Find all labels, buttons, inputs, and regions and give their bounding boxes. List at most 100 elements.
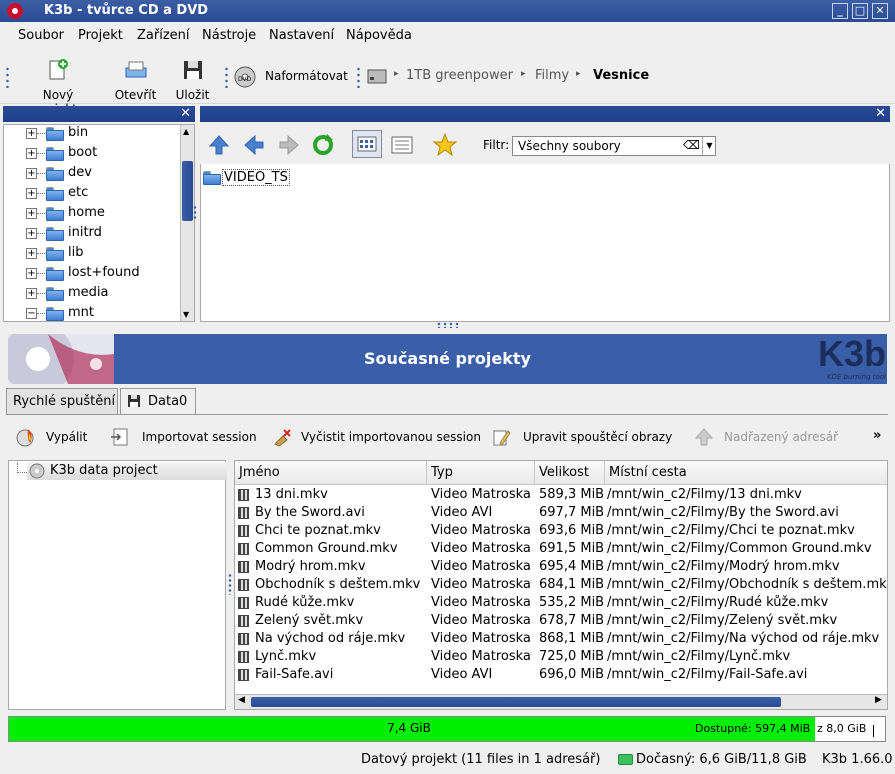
detail-view-icon[interactable] (389, 132, 415, 158)
hscroll-thumb[interactable] (251, 697, 781, 707)
toolbar-grip-2[interactable] (225, 66, 228, 88)
dirtree-item[interactable]: + media (4, 284, 180, 304)
minimize-button[interactable]: _ (832, 3, 848, 19)
table-row[interactable]: Modrý hrom.mkv Video Matroska 695,4 MiB/mn… (235, 558, 887, 576)
save-button[interactable]: Uložit (170, 58, 215, 102)
expand-toggle-icon[interactable]: + (26, 288, 37, 299)
dirtree-item[interactable]: + home (4, 204, 180, 224)
format-button[interactable]: DVD Naformátovat (233, 65, 348, 91)
status-project-info: Datový projekt (11 files in 1 adresář) (361, 752, 601, 767)
bookmark-star-icon[interactable] (432, 132, 458, 158)
tab-data0[interactable]: Data0 (120, 388, 196, 414)
dirtree-item[interactable]: + lost+found (4, 264, 180, 284)
dirtree-item[interactable]: + dev (4, 164, 180, 184)
table-row[interactable]: Lynč.mkv Video Matroska 725,0 MiB/mnt/win_… (235, 648, 887, 666)
column-header-path[interactable]: Místní cesta (605, 461, 887, 485)
scroll-down-icon[interactable]: ▼ (183, 310, 189, 319)
scroll-left-icon[interactable]: ◀ (238, 695, 245, 705)
table-row[interactable]: Chci te poznat.mkv Video Matroska 693,6 Mi… (235, 522, 887, 540)
menu-projekt[interactable]: Projekt (78, 28, 123, 43)
tree-connector (17, 463, 27, 473)
table-row[interactable]: Fail-Safe.avi Video AVI 696,0 MiB/mnt/win_… (235, 666, 887, 684)
clear-text-icon[interactable]: ⌫ (683, 138, 700, 152)
breadcrumb-current[interactable]: Vesnice (593, 68, 649, 83)
scroll-up-icon[interactable]: ▲ (183, 127, 189, 136)
icon-view-button[interactable] (352, 130, 382, 158)
menu-nastaveni[interactable]: Nastavení (269, 28, 334, 43)
close-window-button[interactable]: ✕ (872, 3, 888, 19)
expand-toggle-icon[interactable]: + (26, 188, 37, 199)
k3b-app-icon[interactable] (7, 3, 23, 19)
expand-toggle-icon[interactable]: + (26, 148, 37, 159)
toolbar-grip[interactable] (6, 66, 9, 88)
project-tree[interactable]: K3b data project (8, 460, 227, 710)
menu-nastroje[interactable]: Nástroje (202, 28, 256, 43)
clear-import-button[interactable]: Vyčistit importovanou session (272, 425, 482, 451)
open-button[interactable]: Otevřít (108, 58, 163, 102)
menu-napoveda[interactable]: Nápověda (346, 28, 412, 43)
parent-dir-button[interactable]: Nadřazený adresář (694, 425, 844, 451)
expand-toggle-icon[interactable]: + (26, 208, 37, 219)
scroll-right-icon[interactable]: ▶ (875, 695, 882, 705)
edit-boot-images-button[interactable]: Upravit spouštěcí obrazy (492, 425, 672, 451)
expand-toggle-icon[interactable]: + (26, 248, 37, 259)
expand-toggle-icon[interactable]: + (26, 228, 37, 239)
splitter-handle[interactable] (436, 322, 458, 328)
expand-toggle-icon[interactable]: − (26, 308, 37, 319)
column-header-size[interactable]: Velikost (535, 461, 605, 485)
close-panel-icon[interactable]: ✕ (875, 106, 886, 122)
column-header-name[interactable]: Jméno (235, 461, 427, 485)
table-row[interactable]: 13 dni.mkv Video Matroska 589,3 MiB/mnt/wi… (235, 486, 887, 504)
breadcrumb-filmy[interactable]: Filmy (535, 68, 569, 83)
dirtree-scrollbar[interactable]: ▲ ▼ (180, 125, 194, 321)
cell-path: /mnt/win_c2/Filmy/Chci te poznat.mkv (607, 523, 855, 538)
file-item[interactable]: VIDEO_TS (203, 169, 298, 187)
dirtree-item[interactable]: + lib (4, 244, 180, 264)
directory-tree[interactable]: + bin + boot + dev + etc + home + initrd + lib + lost+f… (3, 124, 195, 322)
dirtree-item[interactable]: + initrd (4, 224, 180, 244)
table-row[interactable]: Rudé kůže.mkv Video Matroska 535,2 MiB/mnt… (235, 594, 887, 612)
dirtree-item[interactable]: − mnt (4, 304, 180, 321)
import-session-button[interactable]: Importovat session (110, 425, 260, 451)
menu-zarizeni[interactable]: Zařízení (137, 28, 190, 43)
disk-capacity-bar[interactable]: 7,4 GiB Dostupné: 597,4 MiB z 8,0 GiB (8, 716, 886, 742)
expand-toggle-icon[interactable]: + (26, 128, 37, 139)
reload-icon[interactable] (310, 132, 336, 158)
table-row[interactable]: Zelený svět.mkv Video Matroska 678,7 MiB/m… (235, 612, 887, 630)
close-panel-icon[interactable]: ✕ (180, 106, 191, 122)
filter-combobox[interactable]: Všechny soubory ⌫ ▼ (512, 136, 716, 156)
cell-size: 868,1 MiB (539, 631, 603, 646)
expand-toggle-icon[interactable]: + (26, 168, 37, 179)
breadcrumb-drive[interactable]: 1TB greenpower (406, 68, 513, 83)
arrow-forward-icon[interactable] (276, 132, 302, 158)
filter-value: Všechny soubory (518, 139, 621, 153)
dirtree-item[interactable]: + boot (4, 144, 180, 164)
expand-toggle-icon[interactable]: + (26, 268, 37, 279)
column-header-type[interactable]: Typ (427, 461, 535, 485)
video-file-icon (238, 579, 249, 591)
dirtree-scroll-thumb[interactable] (182, 161, 193, 221)
dirtree-item[interactable]: + etc (4, 184, 180, 204)
table-row[interactable]: Common Ground.mkv Video Matroska 691,5 MiB… (235, 540, 887, 558)
arrow-back-icon[interactable] (241, 132, 267, 158)
dirtree-item[interactable]: + bin (4, 125, 180, 144)
burn-button[interactable]: Vypálit (16, 425, 96, 451)
table-row[interactable]: Obchodník s deštem.mkv Video Matroska 684,… (235, 576, 887, 594)
splitter-handle[interactable] (193, 205, 197, 219)
tab-quick-start[interactable]: Rychlé spuštění (6, 388, 118, 414)
toolbar-grip-3[interactable] (357, 66, 360, 88)
toolbar-overflow-button[interactable]: » (873, 428, 881, 443)
dropdown-arrow-icon[interactable]: ▼ (702, 137, 716, 155)
table-row[interactable]: By the Sword.avi Video AVI 697,7 MiB/mnt/w… (235, 504, 887, 522)
menu-soubor[interactable]: Soubor (18, 28, 64, 43)
maximize-button[interactable]: □ (852, 3, 868, 19)
project-root-item[interactable]: K3b data project (27, 462, 227, 480)
k3b-logo-text: K3b (817, 333, 886, 374)
video-file-icon (238, 543, 249, 555)
arrow-up-icon[interactable] (206, 132, 232, 158)
table-row[interactable]: Na východ od ráje.mkv Video Matroska 868,1… (235, 630, 887, 648)
dvd-format-icon: DVD (234, 66, 256, 88)
table-hscrollbar[interactable]: ◀ ▶ (235, 694, 887, 709)
project-file-table[interactable]: Jméno Typ Velikost Místní cesta 13 dni.m… (234, 460, 888, 710)
splitter-handle[interactable] (228, 573, 232, 595)
